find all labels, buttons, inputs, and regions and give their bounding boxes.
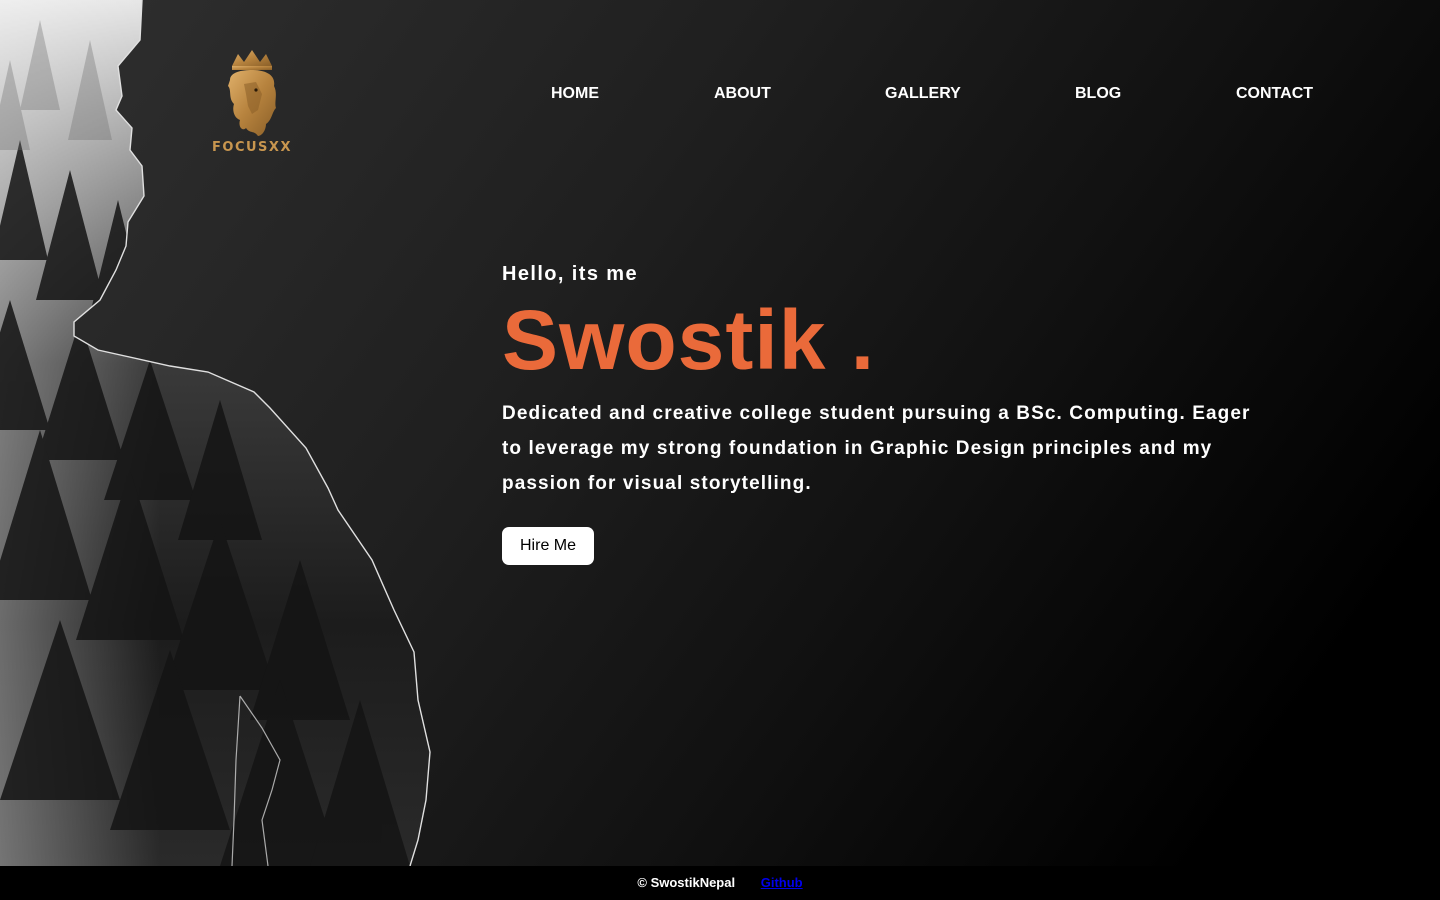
nav-contact-link[interactable]: CONTACT [1236, 84, 1313, 104]
nav-blog-link[interactable]: BLOG [1075, 84, 1121, 104]
main-navigation: HOME ABOUT GALLERY BLOG CONTACT [0, 84, 1440, 106]
hero-name: Swostik . [502, 293, 876, 387]
brand-name: FOCUSXX [212, 140, 292, 155]
nav-about-link[interactable]: ABOUT [714, 84, 771, 104]
hero-page: FOCUSXX HOME ABOUT GALLERY BLOG CONTACT … [0, 0, 1440, 866]
nav-home-link[interactable]: HOME [551, 84, 599, 104]
nav-gallery-link[interactable]: GALLERY [885, 84, 961, 104]
footer-copyright: © SwostikNepal [637, 875, 736, 890]
hire-me-button[interactable]: Hire Me [502, 527, 595, 565]
footer-github-link[interactable]: Github [761, 875, 803, 890]
site-footer: © SwostikNepal Github [0, 866, 1440, 900]
hero-greeting: Hello, its me [502, 263, 639, 285]
hero-section: Hello, its me Swostik . Dedicated and cr… [502, 258, 1262, 565]
hero-description: Dedicated and creative college student p… [502, 403, 1251, 494]
